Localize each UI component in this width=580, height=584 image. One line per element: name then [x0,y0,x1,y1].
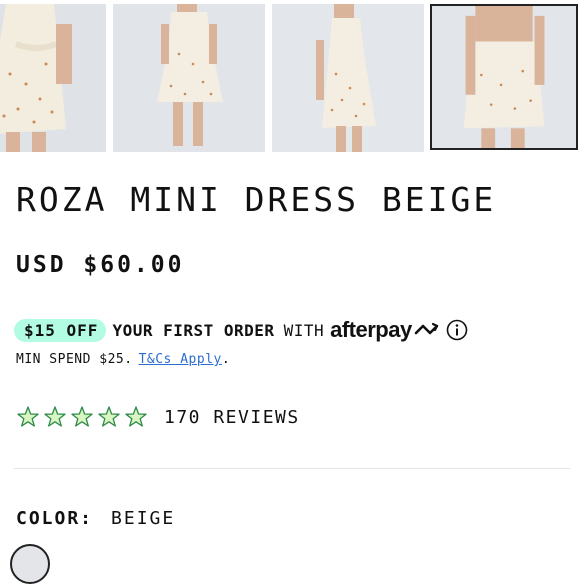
tcs-suffix: . [221,352,231,367]
promo-text: YOUR FIRST ORDER [112,320,275,340]
afterpay-promo: $15 OFF YOUR FIRST ORDER WITH afterpay [14,317,468,343]
dress-photo-front-full [113,4,265,152]
info-icon[interactable] [446,319,468,341]
color-label: COLOR: [16,508,94,529]
dress-photo-side [272,4,424,152]
product-thumbnail-2[interactable] [113,4,265,152]
product-gallery [0,0,580,154]
star-icon [98,406,120,427]
color-swatch-beige[interactable] [10,544,50,584]
min-spend-note: MIN SPEND $25. T&Cs Apply. [16,352,230,367]
promo-with: WITH [283,320,325,340]
product-thumbnail-4-selected[interactable] [430,4,578,150]
dress-photo-front-close [0,4,106,152]
afterpay-logo-icon [414,320,440,340]
dress-photo-back [432,6,576,148]
promo-badge: $15 OFF [14,318,107,342]
product-price: USD $60.00 [16,252,185,278]
star-icon [44,406,66,427]
star-icon [17,406,39,427]
min-spend-text: MIN SPEND $25. [16,352,133,367]
rating[interactable]: 170 REVIEWS [16,404,300,430]
color-value: BEIGE [111,508,176,529]
star-icon [125,406,147,427]
product-title: ROZA MINI DRESS BEIGE [16,180,497,219]
tcs-link[interactable]: T&Cs Apply [139,352,222,367]
divider [14,468,570,469]
product-thumbnail-3[interactable] [272,4,424,152]
product-thumbnail-1[interactable] [0,4,106,152]
color-selector-label: COLOR: BEIGE [16,508,175,529]
reviews-count[interactable]: 170 REVIEWS [164,407,300,428]
afterpay-brand: afterpay [330,317,412,342]
star-rating [16,405,148,429]
star-icon [71,406,93,427]
